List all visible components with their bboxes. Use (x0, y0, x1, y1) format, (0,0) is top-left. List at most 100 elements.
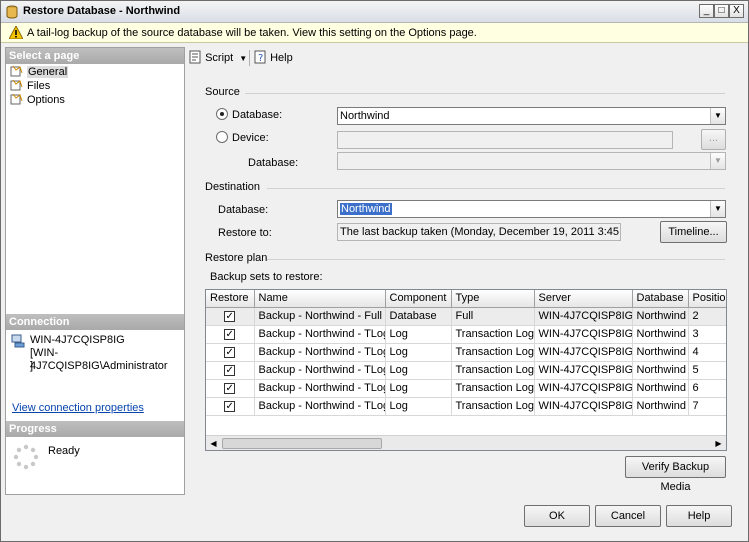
name-cell: Backup - Northwind - TLog (254, 361, 386, 380)
page-item-options[interactable]: Options (10, 93, 65, 107)
chevron-down-icon[interactable]: ▼ (710, 108, 725, 124)
script-button[interactable]: Script ▼ (188, 50, 247, 66)
table-row[interactable]: ✓ Backup - Northwind - TLog Log Transaction… (206, 397, 726, 416)
column-header-restore[interactable]: Restore (206, 290, 255, 308)
toolbar: Script ▼ ? Help (185, 47, 746, 69)
type-cell: Transaction Log (451, 361, 535, 380)
destination-database-label: Database: (218, 204, 269, 216)
toolbar-separator (249, 50, 250, 66)
source-database-select[interactable]: Northwind ▼ (337, 107, 726, 125)
ok-button[interactable]: OK (524, 505, 590, 527)
restore-plan-divider (267, 259, 725, 260)
restore-to-label: Restore to: (218, 227, 272, 239)
type-cell: Full (451, 307, 535, 326)
column-header-position[interactable]: Position (688, 290, 726, 308)
minimize-button[interactable]: _ (699, 4, 714, 18)
page-item-general[interactable]: General (10, 65, 69, 79)
scroll-left-icon[interactable]: ◀ (206, 436, 221, 450)
column-header-database[interactable]: Database (632, 290, 689, 308)
restore-cell: ✓ (206, 361, 255, 380)
component-cell: Log (385, 343, 452, 362)
script-icon (189, 50, 201, 64)
maximize-button[interactable]: □ (714, 4, 729, 18)
svg-text:?: ? (258, 53, 263, 64)
device-field[interactable] (337, 131, 673, 149)
backup-sets-label: Backup sets to restore: (210, 271, 323, 283)
column-header-type[interactable]: Type (451, 290, 535, 308)
general-page-content: Source Database: Northwind ▼ Device: ...… (185, 69, 746, 495)
view-connection-properties-link[interactable]: View connection properties (12, 402, 144, 414)
backup-sets-table: Restore Name Component Type Server Datab… (206, 290, 726, 416)
name-cell: Backup - Northwind - TLog (254, 325, 386, 344)
restore-cell: ✓ (206, 325, 255, 344)
restore-to-field[interactable]: The last backup taken (Monday, December … (337, 223, 621, 241)
select-page-header: Select a page (6, 48, 184, 64)
type-cell: Transaction Log (451, 397, 535, 416)
column-header-component[interactable]: Component (385, 290, 452, 308)
database-cell: Northwind (632, 343, 689, 362)
restore-checkbox[interactable]: ✓ (224, 346, 236, 358)
database-radio[interactable] (216, 108, 228, 120)
device-radio-label: Device: (232, 132, 269, 144)
table-row[interactable]: ✓ Backup - Northwind - TLog Log Transaction… (206, 379, 726, 398)
scroll-right-icon[interactable]: ▶ (711, 436, 726, 450)
restore-database-window: Restore Database - Northwind _ □ X A tai… (0, 0, 749, 542)
table-row[interactable]: ✓ Backup - Northwind - TLog Log Transaction… (206, 325, 726, 344)
destination-database-select[interactable]: Northwind ▼ (337, 200, 726, 218)
device-radio[interactable] (216, 131, 228, 143)
destination-group-label: Destination (205, 181, 261, 193)
browse-device-button[interactable]: ... (701, 129, 726, 150)
timeline-button[interactable]: Timeline... (660, 221, 727, 243)
name-cell: Backup - Northwind - TLog (254, 379, 386, 398)
position-cell: 3 (688, 325, 726, 344)
restore-checkbox[interactable]: ✓ (224, 328, 236, 340)
window-title: Restore Database - Northwind (23, 5, 181, 17)
name-cell: Backup - Northwind - TLog (254, 397, 386, 416)
source-group-label: Source (205, 86, 240, 98)
table-row[interactable]: ✓ Backup - Northwind - TLog Log Transaction… (206, 343, 726, 362)
chevron-down-icon[interactable]: ▼ (239, 54, 247, 63)
device-database-label: Database: (248, 157, 299, 169)
page-item-files[interactable]: Files (10, 79, 50, 93)
restore-cell: ✓ (206, 343, 255, 362)
table-row[interactable]: ✓ Backup - Northwind - TLog Log Transaction… (206, 361, 726, 380)
database-cell: Northwind (632, 325, 689, 344)
device-database-select[interactable]: ▼ (337, 152, 726, 170)
table-row[interactable]: ✓ Backup - Northwind - Full Database Full WI… (206, 307, 726, 326)
column-header-server[interactable]: Server (534, 290, 633, 308)
chevron-down-icon[interactable]: ▼ (710, 201, 725, 217)
database-radio-label: Database: (232, 109, 283, 121)
restore-checkbox[interactable]: ✓ (224, 310, 236, 322)
page-icon (10, 65, 23, 77)
restore-checkbox[interactable]: ✓ (224, 364, 236, 376)
database-cell: Northwind (632, 379, 689, 398)
type-cell: Transaction Log (451, 325, 535, 344)
horizontal-scrollbar[interactable]: ◀ ▶ (206, 435, 726, 450)
help-button[interactable]: Help (666, 505, 732, 527)
database-cell: Northwind (632, 307, 689, 326)
column-header-name[interactable]: Name (254, 290, 386, 308)
backup-sets-grid[interactable]: Restore Name Component Type Server Datab… (205, 289, 727, 451)
position-cell: 5 (688, 361, 726, 380)
backup-sets-body: ✓ Backup - Northwind - Full Database Full WI… (206, 307, 726, 416)
component-cell: Log (385, 397, 452, 416)
restore-checkbox[interactable]: ✓ (224, 400, 236, 412)
connection-user: [WIN-4J7CQISP8IG\Administrator (30, 347, 168, 372)
close-button[interactable]: X (729, 4, 744, 18)
component-cell: Log (385, 361, 452, 380)
server-cell: WIN-4J7CQISP8IG (534, 361, 633, 380)
restore-checkbox[interactable]: ✓ (224, 382, 236, 394)
server-cell: WIN-4J7CQISP8IG (534, 343, 633, 362)
component-cell: Log (385, 379, 452, 398)
cancel-button[interactable]: Cancel (595, 505, 661, 527)
verify-backup-media-button[interactable]: Verify Backup Media (625, 456, 726, 493)
destination-divider (267, 188, 725, 189)
chevron-down-icon[interactable]: ▼ (710, 153, 725, 169)
scroll-thumb[interactable] (222, 438, 382, 449)
left-pane: Select a page General Files Options Conn… (5, 47, 185, 495)
help-toolbar-button[interactable]: ? Help (253, 50, 293, 66)
title-bar[interactable]: Restore Database - Northwind _ □ X (1, 1, 748, 23)
name-cell: Backup - Northwind - TLog (254, 343, 386, 362)
restore-plan-group-label: Restore plan (205, 252, 268, 264)
type-cell: Transaction Log (451, 343, 535, 362)
